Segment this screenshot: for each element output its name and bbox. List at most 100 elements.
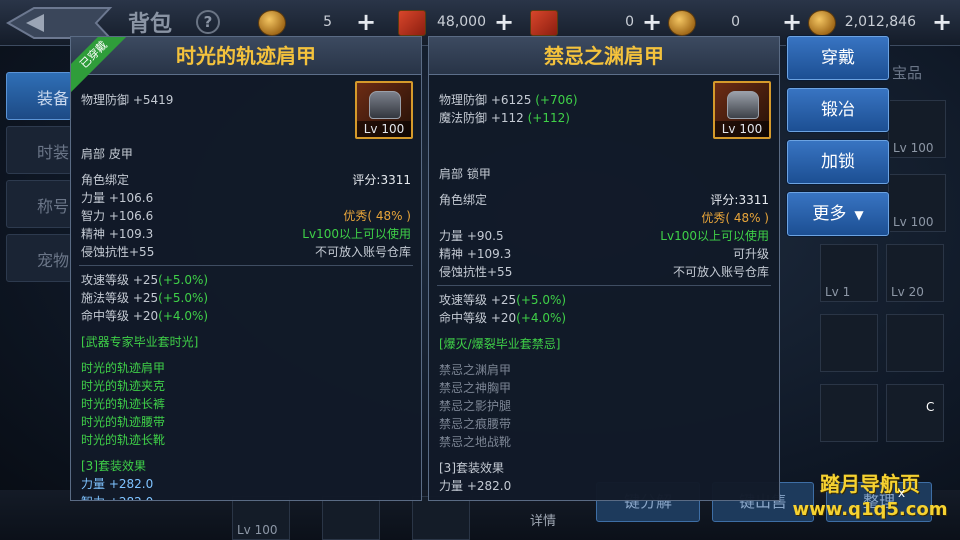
- set-name: [武器专家毕业套时光]: [81, 335, 199, 349]
- currency-slot-1: 5 +: [258, 8, 378, 36]
- category-nav: 装备 时装 称号 宠物: [6, 72, 72, 288]
- inventory-slot[interactable]: [886, 314, 944, 372]
- inventory-slot[interactable]: [322, 496, 380, 540]
- inventory-slot[interactable]: Lv 100: [888, 174, 946, 232]
- gold-medal-icon: [668, 10, 696, 36]
- currency-value: 0: [625, 14, 634, 30]
- inventory-slot[interactable]: Lv 100: [888, 100, 946, 158]
- sub-stat: 命中等级 +20(+4.0%): [81, 309, 209, 323]
- inventory-slot[interactable]: Lv 1: [820, 244, 878, 302]
- nav-item-pet[interactable]: 宠物: [6, 234, 72, 282]
- stat-line: 侵蚀抗性+55: [81, 245, 155, 259]
- stat-line: 精神 +109.3: [81, 227, 154, 241]
- help-icon[interactable]: ?: [196, 10, 220, 34]
- stat-line: 力量 +90.5: [439, 229, 504, 243]
- item-name: 时光的轨迹肩甲: [71, 37, 421, 75]
- currency-slot-2: 48,000 +: [398, 8, 518, 36]
- nav-item-title[interactable]: 称号: [6, 180, 72, 228]
- storage-restriction: 不可放入账号仓库: [314, 245, 411, 259]
- tab-partial[interactable]: 宝品: [892, 62, 922, 83]
- close-icon[interactable]: x: [898, 486, 905, 500]
- item-name: 禁忌之渊肩甲: [429, 37, 779, 75]
- bind-type: 角色绑定: [439, 193, 488, 207]
- red-scroll-icon: [530, 10, 558, 36]
- compare-item-panel: 禁忌之渊肩甲 Lv 100 物理防御 +6125 (+706) 魔法防御 +11…: [428, 36, 780, 501]
- set-item: 时光的轨迹腰带: [81, 415, 166, 429]
- slot-type: 肩部 锁甲: [439, 167, 491, 181]
- currency-slot-3: 0 +: [530, 8, 662, 36]
- lock-button[interactable]: 加锁: [787, 140, 889, 184]
- red-ticket-icon: [398, 10, 426, 36]
- inventory-slot[interactable]: [820, 314, 878, 372]
- watermark-title: 踏月导航页: [820, 472, 920, 496]
- equipped-item-panel: 已穿戴 时光的轨迹肩甲 Lv 100 物理防御 +5419 肩部 皮甲 角色绑定…: [70, 36, 422, 501]
- divider: [437, 285, 771, 286]
- stat-line: 侵蚀抗性+55: [439, 265, 513, 279]
- set-item: 禁忌之渊肩甲: [439, 363, 512, 377]
- set-name: [爆灭/爆裂毕业套禁忌]: [439, 337, 561, 351]
- base-stat: 魔法防御 +112 (+112): [439, 111, 570, 125]
- gold-coin-icon: [808, 10, 836, 36]
- set-effect-title: [3]套装效果: [439, 461, 504, 475]
- add-currency-button[interactable]: +: [356, 8, 376, 36]
- set-effect: 力量 +282.0: [81, 477, 154, 491]
- sub-stat: 攻速等级 +25(+5.0%): [81, 273, 209, 287]
- item-score: 评分:3311: [710, 193, 769, 207]
- set-item: 禁忌之影护腿: [439, 399, 512, 413]
- level-requirement: Lv100以上可以使用: [302, 227, 411, 241]
- inventory-slot[interactable]: [412, 496, 470, 540]
- more-button[interactable]: 更多 ▼: [787, 192, 889, 236]
- add-currency-button[interactable]: +: [782, 8, 802, 36]
- quality-label: 优秀( 48% ): [343, 209, 411, 223]
- nav-item-fashion[interactable]: 时装: [6, 126, 72, 174]
- currency-value: 2,012,846: [844, 14, 916, 30]
- gold-coin-icon: [258, 10, 286, 36]
- set-item: 时光的轨迹长裤: [81, 397, 166, 411]
- divider: [79, 265, 413, 266]
- equip-button[interactable]: 穿戴: [787, 36, 889, 80]
- sub-stat: 命中等级 +20(+4.0%): [439, 311, 567, 325]
- inventory-slot[interactable]: [820, 384, 878, 442]
- base-stat: 物理防御 +5419: [81, 93, 174, 107]
- set-item: 禁忌之神胸甲: [439, 381, 512, 395]
- item-score: 评分:3311: [352, 173, 411, 187]
- game-screen: 背包 ? 5 + 48,000 + 0 + 0 + 2,012,846 + 装备…: [0, 0, 960, 540]
- sub-stat: 施法等级 +25(+5.0%): [81, 291, 209, 305]
- nav-item-equipment[interactable]: 装备: [6, 72, 72, 120]
- page-title: 背包: [128, 12, 173, 37]
- slot-type: 肩部 皮甲: [81, 147, 133, 161]
- add-currency-button[interactable]: +: [642, 8, 662, 36]
- shoulder-armor-icon: Lv 100: [355, 81, 413, 139]
- set-item: 时光的轨迹夹克: [81, 379, 166, 393]
- set-item: 时光的轨迹肩甲: [81, 361, 166, 375]
- set-item: 禁忌之痕腰带: [439, 417, 512, 431]
- detail-link[interactable]: 详情: [530, 510, 556, 529]
- currency-value: 5: [323, 14, 332, 30]
- level-requirement: Lv100以上可以使用: [660, 229, 769, 243]
- inventory-slot[interactable]: Lv 20: [886, 244, 944, 302]
- upgradable-label: 可升级: [732, 247, 769, 261]
- add-currency-button[interactable]: +: [494, 8, 514, 36]
- shoulder-armor-icon: Lv 100: [713, 81, 771, 139]
- storage-restriction: 不可放入账号仓库: [672, 265, 769, 279]
- dropdown-arrow-icon: ▼: [854, 208, 864, 222]
- stat-line: 智力 +106.6: [81, 209, 154, 223]
- set-effect: 力量 +282.0: [439, 479, 512, 493]
- inventory-slot[interactable]: Lv 100: [232, 496, 290, 540]
- currency-slot-4: 0 +: [668, 8, 802, 36]
- inventory-slot[interactable]: [886, 384, 944, 442]
- set-effect: 智力 +282.0: [81, 493, 153, 500]
- set-effect-title: [3]套装效果: [81, 459, 146, 473]
- stat-line: 精神 +109.3: [439, 247, 512, 261]
- set-item: 禁忌之地战靴: [439, 435, 512, 449]
- base-stat: 物理防御 +6125 (+706): [439, 93, 578, 107]
- forge-button[interactable]: 锻冶: [787, 88, 889, 132]
- add-currency-button[interactable]: +: [932, 8, 952, 36]
- quality-label: 优秀( 48% ): [701, 211, 769, 225]
- stat-line: 力量 +106.6: [81, 191, 154, 205]
- overlay-letter: C: [926, 400, 935, 414]
- currency-slot-5: 2,012,846 +: [808, 8, 958, 36]
- watermark-url: www.q1q5.com: [792, 499, 948, 520]
- site-watermark: 踏月导航页 www.q1q5.com: [780, 468, 960, 520]
- set-item: 时光的轨迹长靴: [81, 433, 166, 447]
